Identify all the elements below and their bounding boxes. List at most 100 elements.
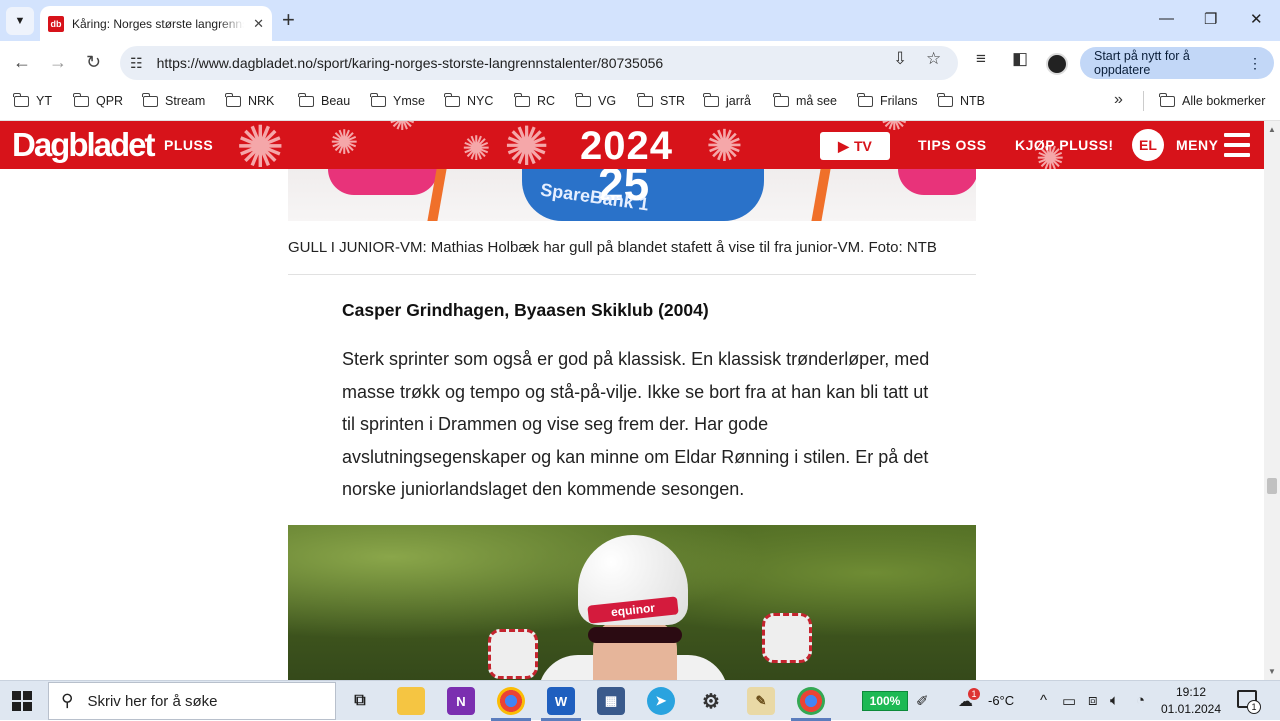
tv-button[interactable]: ▶ TV — [820, 132, 890, 160]
scroll-thumb[interactable] — [1267, 478, 1277, 494]
battery-icon[interactable]: ▭ — [1062, 692, 1076, 710]
bookmark-folder[interactable]: Ymse — [370, 92, 425, 108]
bookmark-star-icon[interactable]: ☆ — [926, 49, 941, 69]
telegram-icon[interactable]: ➤ — [647, 687, 675, 715]
calculator-icon[interactable]: ▦ — [597, 687, 625, 715]
bookmark-folder[interactable]: Frilans — [857, 92, 918, 108]
photo-detail — [898, 169, 976, 195]
wifi-icon[interactable]: ◔ — [1136, 692, 1145, 709]
temperature[interactable]: -6°C — [988, 693, 1014, 708]
bookmark-folder[interactable]: Stream — [142, 92, 205, 108]
close-window-icon[interactable]: ✕ — [1250, 10, 1263, 28]
install-app-icon[interactable]: ⇩ — [893, 49, 907, 69]
folder-icon — [225, 92, 241, 107]
firework-icon: ✺ — [330, 124, 359, 162]
folder-icon — [857, 92, 873, 107]
page-scrollbar[interactable]: ▲ ▼ — [1264, 121, 1280, 680]
site-header: ✺ ✺ ✺ ✺ ✺ ✺ ✺ ✺ Dagbladet PLUSS 2024 ▶ T… — [0, 121, 1264, 169]
notification-badge: 1 — [1247, 700, 1261, 714]
chrome-profile-icon[interactable] — [797, 687, 825, 715]
bookmark-folder[interactable]: STR — [637, 92, 685, 108]
bookmarks-bar: YT QPR Stream NRK Beau Ymse NYC RC VG ST… — [0, 85, 1280, 121]
skier-photo: equinor — [288, 525, 976, 680]
caption-divider — [288, 274, 976, 275]
hamburger-menu-icon[interactable] — [1224, 133, 1250, 157]
address-bar[interactable]: ☷ https://www.dagbladet.no/sport/karing-… — [120, 46, 958, 80]
kjop-pluss-link[interactable]: KJØP PLUSS! — [1015, 137, 1114, 153]
onenote-icon[interactable]: N — [447, 687, 475, 715]
tv-label: TV — [853, 138, 872, 154]
dagbladet-logo[interactable]: Dagbladet — [12, 126, 156, 164]
clock[interactable]: 19:12 01.01.2024 — [1160, 684, 1222, 718]
folder-icon — [298, 92, 314, 107]
volume-icon[interactable]: 🔈︎ — [1110, 692, 1119, 709]
bookmark-folder[interactable]: Beau — [298, 92, 350, 108]
dagbladet-favicon: db — [48, 15, 64, 32]
folder-icon — [703, 92, 719, 107]
forward-arrow-icon[interactable]: → — [49, 52, 67, 72]
restore-icon[interactable]: ❐ — [1204, 10, 1217, 28]
show-hidden-icons-icon[interactable]: ^ — [1040, 692, 1047, 709]
pluss-link[interactable]: PLUSS — [164, 137, 213, 153]
bookmark-folder[interactable]: NTB — [937, 92, 985, 108]
bookmark-folder[interactable]: jarrå — [703, 92, 751, 108]
firework-icon: ✺ — [706, 122, 743, 169]
battery-indicator[interactable]: 100% — [862, 691, 908, 711]
settings-gear-icon[interactable]: ⚙ — [697, 687, 725, 715]
all-bookmarks[interactable]: Alle bokmerker — [1159, 92, 1265, 108]
photo-caption: GULL I JUNIOR-VM: Mathias Holbæk har gul… — [288, 239, 937, 256]
update-button-label: Start på nytt for å oppdatere — [1094, 49, 1190, 77]
scroll-up-icon[interactable]: ▲ — [1268, 125, 1276, 134]
tab-search-chevron-icon[interactable]: ▼ — [6, 7, 34, 35]
update-button[interactable]: Start på nytt for å oppdatere ⋮ — [1080, 47, 1274, 79]
folder-icon — [73, 92, 89, 107]
taskbar-search[interactable]: ⚲ Skriv her for å søke — [48, 682, 336, 720]
search-icon: ⚲ — [61, 691, 74, 710]
folder-icon — [937, 92, 953, 107]
tab-close-icon[interactable]: ✕ — [253, 16, 264, 32]
athlete-description: Sterk sprinter som også er god på klassi… — [342, 349, 930, 500]
bookmark-folder[interactable]: YT — [13, 92, 52, 108]
new-tab-plus-icon[interactable]: + — [282, 8, 295, 32]
bookmark-folder[interactable]: RC — [514, 92, 555, 108]
scroll-down-icon[interactable]: ▼ — [1268, 667, 1276, 676]
folder-icon — [637, 92, 653, 107]
reload-icon[interactable]: ↻ — [86, 52, 101, 72]
site-info-icon[interactable]: ☷ — [130, 55, 143, 72]
tips-oss-link[interactable]: TIPS OSS — [918, 137, 987, 153]
photo-detail — [328, 169, 438, 195]
bookmark-folder[interactable]: NYC — [444, 92, 493, 108]
windows-start-icon[interactable] — [12, 691, 32, 711]
bookmarks-overflow-chevron-icon[interactable]: » — [1114, 91, 1123, 109]
display-icon[interactable]: ⧈ — [1088, 692, 1098, 709]
bookmark-folder[interactable]: VG — [575, 92, 616, 108]
menu-label[interactable]: MENY — [1176, 137, 1218, 153]
folder-icon — [1159, 92, 1175, 107]
word-icon[interactable]: W — [547, 687, 575, 715]
task-view-icon[interactable]: ⧉ — [346, 687, 374, 715]
side-panel-icon[interactable]: ◧ — [1012, 49, 1028, 69]
minimize-icon[interactable]: — — [1159, 10, 1174, 27]
clock-date: 01.01.2024 — [1160, 702, 1222, 716]
firework-icon: ✺ — [236, 121, 285, 169]
firework-icon: ✺ — [462, 130, 491, 168]
more-menu-icon[interactable]: ⋮ — [1248, 55, 1262, 72]
new-year-banner: 2024 — [580, 124, 673, 168]
media-queue-icon[interactable]: ≡ — [976, 49, 986, 69]
bookmark-folder[interactable]: NRK — [225, 92, 274, 108]
chrome-icon[interactable] — [497, 687, 525, 715]
photo-detail — [811, 169, 831, 221]
file-explorer-icon[interactable] — [397, 687, 425, 715]
folder-icon — [370, 92, 386, 107]
profile-avatar[interactable] — [1046, 53, 1068, 75]
bookmark-folder[interactable]: QPR — [73, 92, 123, 108]
bookmark-folder[interactable]: må see — [773, 92, 837, 108]
tab-title: Kåring: Norges største langrennstalenter — [72, 16, 244, 31]
paint-icon[interactable]: ✎ — [747, 687, 775, 715]
pen-icon[interactable]: ✐ — [916, 692, 929, 710]
folder-icon — [444, 92, 460, 107]
browser-tab[interactable]: db Kåring: Norges største langrennstalen… — [40, 6, 272, 41]
back-arrow-icon[interactable]: ← — [13, 52, 31, 72]
url-text[interactable]: https://www.dagbladet.no/sport/karing-no… — [157, 55, 664, 71]
user-avatar[interactable]: EL — [1132, 129, 1164, 161]
